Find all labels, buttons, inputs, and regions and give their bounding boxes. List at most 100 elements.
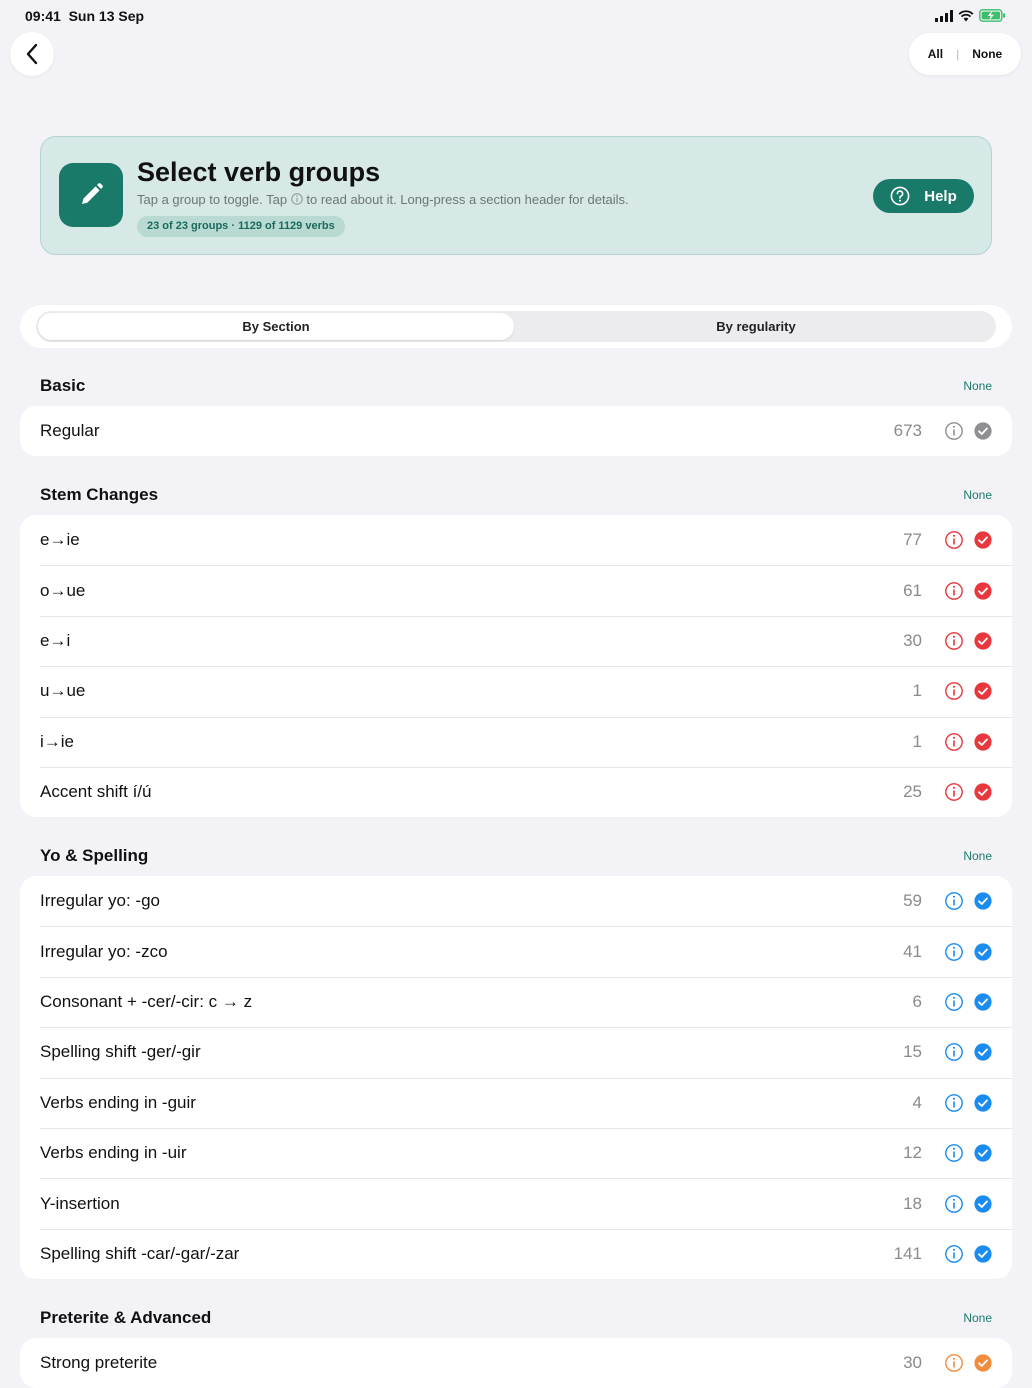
info-icon[interactable] bbox=[944, 1042, 964, 1062]
checkmark-circle-icon[interactable] bbox=[974, 1194, 992, 1213]
section-title[interactable]: Yo & Spelling bbox=[40, 846, 148, 866]
section-none-button[interactable]: None bbox=[963, 488, 992, 502]
verb-group-row[interactable]: Strong preterite 30 bbox=[20, 1338, 1012, 1388]
section-card: Irregular yo: -go 59 Irregular yo: -zco 41 C… bbox=[20, 876, 1012, 1280]
checkmark-circle-icon[interactable] bbox=[974, 581, 992, 600]
verb-group-label: e→i bbox=[40, 630, 71, 650]
pencil-tile bbox=[59, 163, 123, 227]
grouping-segmented-control: By Section By regularity bbox=[20, 305, 1012, 348]
verb-group-label: Irregular yo: -zco bbox=[40, 941, 168, 961]
section-card: Strong preterite 30 bbox=[20, 1338, 1012, 1388]
section-none-button[interactable]: None bbox=[963, 379, 992, 393]
checkmark-circle-icon[interactable] bbox=[974, 1094, 992, 1112]
verb-group-row[interactable]: Accent shift í/ú 25 bbox=[20, 766, 1012, 817]
verb-group-row[interactable]: Y-insertion 18 bbox=[20, 1178, 1012, 1228]
verb-group-label: Accent shift í/ú bbox=[40, 782, 152, 802]
verb-count: 141 bbox=[893, 1243, 922, 1263]
info-icon[interactable] bbox=[944, 1194, 964, 1214]
section-none-button[interactable]: None bbox=[963, 1311, 992, 1325]
verb-group-row[interactable]: e→i 30 bbox=[20, 615, 1012, 666]
help-button[interactable]: Help bbox=[873, 179, 974, 213]
verb-group-label: Y-insertion bbox=[40, 1193, 120, 1213]
subtitle-part-2: to read about it. Long-press a section h… bbox=[306, 192, 629, 207]
verb-group-row[interactable]: Irregular yo: -zco 41 bbox=[20, 926, 1012, 976]
segment-by-regularity[interactable]: By regularity bbox=[516, 311, 996, 342]
checkmark-circle-icon[interactable] bbox=[974, 1354, 992, 1372]
checkmark-circle-icon[interactable] bbox=[974, 942, 992, 961]
info-icon[interactable] bbox=[944, 1093, 964, 1113]
section-title[interactable]: Stem Changes bbox=[40, 485, 158, 505]
section-card: Regular 673 bbox=[20, 406, 1012, 457]
verb-group-label: i→ie bbox=[40, 731, 75, 751]
info-icon[interactable] bbox=[944, 782, 964, 802]
checkmark-circle-icon[interactable] bbox=[974, 892, 992, 910]
info-icon[interactable] bbox=[944, 1353, 964, 1373]
status-time: 09:41 Sun 13 Sep bbox=[25, 8, 144, 24]
verb-count: 61 bbox=[903, 580, 922, 600]
info-icon[interactable] bbox=[944, 732, 964, 752]
verb-group-row[interactable]: Spelling shift -ger/-gir 15 bbox=[20, 1027, 1012, 1077]
all-none-control: All | None bbox=[909, 33, 1021, 75]
verb-count: 30 bbox=[903, 630, 922, 650]
checkmark-circle-icon[interactable] bbox=[974, 993, 992, 1011]
chevron-left-icon bbox=[26, 43, 38, 65]
verb-group-row[interactable]: Spelling shift -car/-gar/-zar 141 bbox=[20, 1228, 1012, 1279]
verb-group-label: Spelling shift -ger/-gir bbox=[40, 1042, 201, 1062]
status-clock: 09:41 bbox=[25, 8, 61, 24]
info-icon[interactable] bbox=[944, 942, 964, 962]
verb-group-label: Regular bbox=[40, 421, 100, 441]
verb-group-row[interactable]: Verbs ending in -guir 4 bbox=[20, 1077, 1012, 1128]
verb-group-label: Verbs ending in -guir bbox=[40, 1092, 196, 1112]
info-icon[interactable] bbox=[944, 992, 964, 1012]
section-card: e→ie 77 o→ue 61 e→i 30 u→ue 1 i→ie 1 Accent shift … bbox=[20, 515, 1012, 818]
checkmark-circle-icon[interactable] bbox=[974, 783, 992, 801]
verb-group-row[interactable]: Irregular yo: -go 59 bbox=[20, 876, 1012, 926]
checkmark-circle-icon[interactable] bbox=[974, 733, 992, 751]
verb-group-row[interactable]: u→ue 1 bbox=[20, 666, 1012, 716]
info-icon[interactable] bbox=[944, 530, 964, 550]
section-title[interactable]: Preterite & Advanced bbox=[40, 1308, 211, 1328]
checkmark-circle-icon[interactable] bbox=[974, 632, 992, 650]
select-none-button[interactable]: None bbox=[972, 47, 1002, 61]
verb-group-row[interactable]: Consonant + -cer/-cir: c → z 6 bbox=[20, 976, 1012, 1027]
info-icon[interactable] bbox=[944, 1244, 964, 1264]
verb-group-label: Irregular yo: -go bbox=[40, 891, 160, 911]
info-icon[interactable] bbox=[944, 581, 964, 601]
verb-count: 1 bbox=[912, 681, 922, 701]
header-subtitle: Tap a group to toggle. Tap to read about… bbox=[137, 192, 629, 207]
verb-count: 1 bbox=[912, 731, 922, 751]
question-circle-icon bbox=[890, 186, 910, 206]
subtitle-part-1: Tap a group to toggle. Tap bbox=[137, 192, 288, 207]
verb-group-row[interactable]: Verbs ending in -uir 12 bbox=[20, 1127, 1012, 1178]
checkmark-circle-icon[interactable] bbox=[974, 1043, 992, 1061]
verb-group-label: Verbs ending in -uir bbox=[40, 1143, 187, 1163]
verb-group-label: u→ue bbox=[40, 681, 86, 701]
verb-group-row[interactable]: o→ue 61 bbox=[20, 565, 1012, 615]
status-icons bbox=[935, 9, 1006, 22]
info-icon[interactable] bbox=[944, 631, 964, 651]
wifi-icon bbox=[958, 9, 974, 21]
section-none-button[interactable]: None bbox=[963, 849, 992, 863]
checkmark-circle-icon[interactable] bbox=[974, 682, 992, 700]
verb-count: 4 bbox=[912, 1092, 922, 1112]
verb-group-row[interactable]: e→ie 77 bbox=[20, 515, 1012, 565]
checkmark-circle-icon[interactable] bbox=[974, 1245, 992, 1263]
select-all-button[interactable]: All bbox=[928, 47, 943, 61]
verb-group-row[interactable]: Regular 673 bbox=[20, 406, 1012, 456]
checkmark-circle-icon[interactable] bbox=[974, 531, 992, 549]
verb-group-row[interactable]: i→ie 1 bbox=[20, 716, 1012, 767]
verb-count: 59 bbox=[903, 891, 922, 911]
info-icon[interactable] bbox=[944, 421, 964, 441]
back-button[interactable] bbox=[10, 32, 54, 76]
section-title[interactable]: Basic bbox=[40, 376, 85, 396]
info-icon[interactable] bbox=[944, 681, 964, 701]
verb-group-label: Consonant + -cer/-cir: c → z bbox=[40, 991, 253, 1011]
checkmark-circle-icon[interactable] bbox=[974, 422, 992, 440]
verb-count: 77 bbox=[903, 530, 922, 550]
segment-by-section[interactable]: By Section bbox=[36, 311, 516, 342]
header-card: Select verb groups Tap a group to toggle… bbox=[40, 136, 992, 255]
checkmark-circle-icon[interactable] bbox=[974, 1144, 992, 1162]
info-icon[interactable] bbox=[944, 1143, 964, 1163]
page-title: Select verb groups bbox=[137, 157, 381, 187]
info-icon[interactable] bbox=[944, 891, 964, 911]
